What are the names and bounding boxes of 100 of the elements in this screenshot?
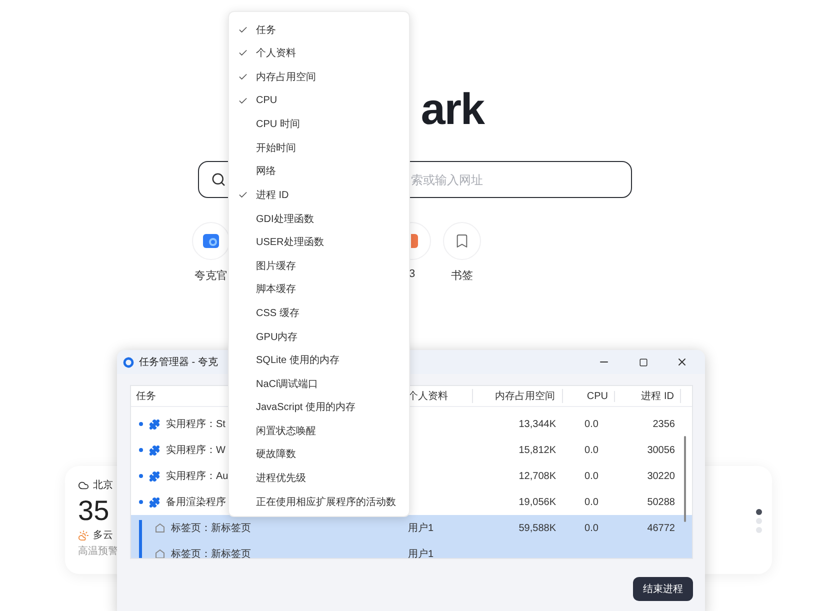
scrollbar[interactable] bbox=[684, 436, 686, 522]
memory-value: 15,812K bbox=[518, 444, 556, 456]
check-icon bbox=[238, 72, 248, 82]
bullet-icon bbox=[139, 474, 143, 478]
menu-item-label: CPU bbox=[256, 95, 278, 106]
process-id: 30056 bbox=[647, 444, 675, 456]
menu-item[interactable]: 个人资料 bbox=[229, 42, 409, 66]
cpu-value: 0.0 bbox=[584, 418, 598, 430]
menu-item[interactable]: 脚本缓存 bbox=[229, 278, 409, 302]
memory-value: 59,588K bbox=[518, 522, 556, 534]
menu-item-label: USER处理函数 bbox=[256, 236, 324, 250]
weather-condition: 多云 bbox=[93, 529, 113, 542]
bullet-icon bbox=[139, 448, 143, 452]
menu-item-label: SQLite 使用的内存 bbox=[256, 354, 340, 368]
puzzle-icon bbox=[149, 418, 160, 430]
cpu-value: 0.0 bbox=[584, 470, 598, 482]
menu-item-label: GDI处理函数 bbox=[256, 212, 314, 226]
page-dot[interactable] bbox=[756, 518, 762, 524]
profile-name: 用户1 bbox=[408, 548, 434, 558]
menu-item-label: 内存占用空间 bbox=[256, 70, 316, 84]
bookmark-icon bbox=[454, 233, 470, 249]
city-name: 北京 bbox=[93, 478, 113, 492]
bullet-icon bbox=[139, 500, 143, 504]
task-name: 标签页：新标签页 bbox=[171, 522, 251, 535]
menu-item-label: 进程优先级 bbox=[256, 472, 306, 486]
shortcut-button[interactable] bbox=[443, 222, 481, 260]
cpu-value: 0.0 bbox=[584, 522, 598, 534]
profile-name: 用户1 bbox=[408, 522, 434, 535]
process-id: 30220 bbox=[647, 470, 675, 482]
puzzle-icon bbox=[149, 496, 160, 508]
shortcut-label: 3 bbox=[408, 268, 416, 280]
menu-item-label: 任务 bbox=[256, 24, 276, 37]
check-icon bbox=[238, 190, 248, 200]
process-id: 46772 bbox=[647, 522, 675, 534]
column-header[interactable]: 进程 ID bbox=[615, 389, 681, 403]
maximize-icon[interactable] bbox=[638, 358, 648, 366]
menu-item[interactable]: CPU 时间 bbox=[229, 112, 409, 136]
memory-value: 13,344K bbox=[518, 418, 556, 430]
process-id: 50288 bbox=[647, 496, 675, 508]
puzzle-icon bbox=[149, 444, 160, 456]
menu-item[interactable]: 网络 bbox=[229, 160, 409, 184]
search-icon bbox=[211, 172, 226, 187]
check-icon bbox=[238, 24, 248, 35]
task-name: 备用渲染程序 bbox=[166, 496, 226, 509]
menu-item[interactable]: USER处理函数 bbox=[229, 230, 409, 254]
menu-item-label: 闲置状态唤醒 bbox=[256, 424, 316, 438]
alert-text: 高温预警 bbox=[78, 544, 118, 558]
task-name: 实用程序：W bbox=[166, 444, 226, 457]
menu-item[interactable]: 正在使用相应扩展程序的活动数 bbox=[229, 490, 409, 514]
menu-item-label: 个人资料 bbox=[256, 46, 296, 60]
menu-item[interactable]: 图片缓存 bbox=[229, 254, 409, 278]
menu-item-label: 网络 bbox=[256, 165, 276, 178]
end-process-button[interactable]: 结束进程 bbox=[633, 577, 693, 601]
task-name: 实用程序：St bbox=[166, 418, 226, 431]
menu-item[interactable]: 进程优先级 bbox=[229, 466, 409, 490]
logo: ark bbox=[420, 88, 484, 132]
close-icon[interactable] bbox=[676, 356, 688, 368]
menu-item-label: 开始时间 bbox=[256, 142, 296, 155]
menu-item[interactable]: CSS 缓存 bbox=[229, 301, 409, 325]
menu-item-label: GPU内存 bbox=[256, 330, 298, 344]
selected-row[interactable]: 标签页：新标签页 用户1 59,588K 0.0 46772 bbox=[131, 515, 692, 541]
app-icon bbox=[202, 232, 220, 250]
menu-item-label: NaCl调试端口 bbox=[256, 378, 318, 391]
app-icon bbox=[410, 234, 418, 248]
menu-item[interactable]: 内存占用空间 bbox=[229, 65, 409, 89]
temperature: 35 bbox=[78, 494, 110, 528]
menu-item[interactable]: GPU内存 bbox=[229, 324, 409, 348]
menu-item[interactable]: SQLite 使用的内存 bbox=[229, 348, 409, 372]
shortcut-label: 书签 bbox=[451, 269, 473, 283]
menu-item-label: 硬故障数 bbox=[256, 448, 296, 462]
menu-item[interactable]: 任务 bbox=[229, 18, 409, 42]
memory-value: 12,708K bbox=[518, 470, 556, 482]
cpu-value: 0.0 bbox=[584, 496, 598, 508]
menu-item-label: 脚本缓存 bbox=[256, 282, 296, 296]
process-id: 2356 bbox=[652, 418, 675, 430]
column-header[interactable]: 内存占用空间 bbox=[473, 389, 563, 403]
menu-item-label: CPU 时间 bbox=[256, 118, 300, 132]
menu-item[interactable]: CPU bbox=[229, 88, 409, 112]
puzzle-icon bbox=[149, 470, 160, 482]
menu-item-label: CSS 缓存 bbox=[256, 306, 300, 320]
check-icon bbox=[238, 48, 248, 58]
page-dot[interactable] bbox=[756, 527, 762, 533]
menu-item[interactable]: GDI处理函数 bbox=[229, 206, 409, 230]
tab-icon bbox=[155, 523, 165, 533]
sun-cloud-icon bbox=[78, 530, 89, 540]
window-title: 任务管理器 - 夸克 bbox=[139, 356, 218, 369]
shortcut-label: 夸克官 bbox=[194, 268, 228, 283]
shortcut-button[interactable] bbox=[192, 222, 230, 260]
app-icon bbox=[123, 356, 134, 368]
page-dot[interactable] bbox=[756, 509, 762, 515]
menu-item-label: JavaScript 使用的内存 bbox=[256, 400, 356, 414]
column-header[interactable]: CPU bbox=[563, 390, 615, 402]
cloud-icon bbox=[78, 480, 89, 490]
menu-item[interactable]: 闲置状态唤醒 bbox=[229, 419, 409, 443]
menu-item-label: 正在使用相应扩展程序的活动数 bbox=[256, 496, 396, 509]
menu-item[interactable]: 开始时间 bbox=[229, 136, 409, 160]
menu-item[interactable]: 硬故障数 bbox=[229, 442, 409, 466]
bullet-icon bbox=[139, 422, 143, 426]
tab-icon bbox=[155, 549, 165, 558]
cpu-value: 0.0 bbox=[584, 444, 598, 456]
